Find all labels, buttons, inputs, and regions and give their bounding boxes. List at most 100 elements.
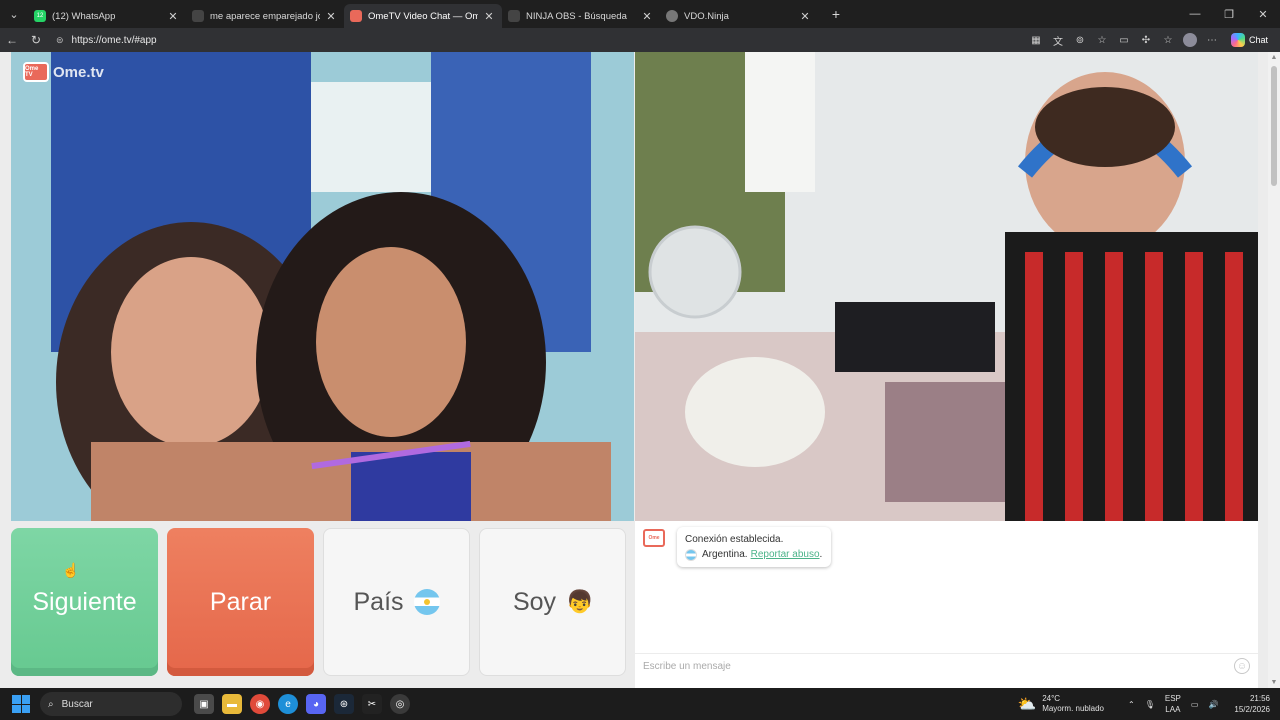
window-controls: — ❐ ✕ [1178, 0, 1280, 28]
more-menu-icon[interactable]: ⋯ [1203, 31, 1221, 49]
partner-country: Argentina. [702, 549, 748, 560]
message-input[interactable]: Escribe un mensaje ☺ [635, 653, 1258, 679]
toolbar-actions: ▦ 文 ⊚ ☆ ▭ ✣ ☆ ⋯ Chat [1027, 28, 1274, 52]
tab-title: OmeTV Video Chat — Omegl [368, 10, 478, 22]
weather-desc: Mayorm. nublado [1042, 704, 1104, 713]
tab-title: NINJA OBS - Búsqueda [526, 10, 627, 22]
scroll-down-icon[interactable]: ▼ [1270, 679, 1278, 686]
language-secondary: LAA [1165, 705, 1181, 714]
url-text: https://ome.tv/#app [71, 34, 157, 46]
gender-select-button[interactable]: Soy 👦 [479, 528, 626, 676]
system-tray: ⛅ 24°C Mayorm. nublado ⌃ 🎙 ESP LAA ▭ 🔊 2… [1018, 688, 1280, 720]
clock-date: 15/2/2026 [1234, 705, 1270, 714]
next-button[interactable]: Siguiente [11, 528, 158, 676]
remote-video [635, 52, 1258, 521]
logo-text: Ome.tv [53, 63, 104, 81]
partner-country-line: Argentina. Reportar abuso . [685, 547, 823, 562]
tab-vdo-ninja[interactable]: VDO.Ninja ✕ [660, 4, 818, 28]
site-info-icon[interactable]: ⊜ [56, 35, 64, 46]
scroll-up-icon[interactable]: ▲ [1270, 54, 1278, 61]
boy-emoji-icon: 👦 [566, 589, 594, 614]
tab-close-icon[interactable]: ✕ [640, 10, 654, 23]
minimize-icon[interactable]: — [1178, 0, 1212, 28]
stop-button[interactable]: Parar [167, 528, 314, 676]
chrome-icon[interactable]: ◉ [250, 694, 270, 714]
favorites-icon[interactable]: ☆ [1159, 31, 1177, 49]
translate-icon[interactable]: 文 [1049, 31, 1067, 49]
remote-video-scene [635, 52, 1258, 521]
tray-chevron-icon[interactable]: ⌃ [1128, 700, 1135, 709]
argentina-flag-icon [413, 589, 440, 615]
chat-panel: Ome Conexión establecida. Argentina. Rep… [635, 521, 1258, 688]
scrollbar-thumb[interactable] [1271, 66, 1277, 186]
clock-time: 21:56 [1249, 694, 1270, 703]
connection-status: Conexión establecida. [685, 534, 784, 545]
ometv-favicon-icon [350, 10, 362, 22]
extensions-icon[interactable]: ✣ [1137, 31, 1155, 49]
apps-icon[interactable]: ▦ [1027, 31, 1045, 49]
logo-badge: Ome TV [23, 62, 49, 82]
page-scrollbar[interactable]: ▲ ▼ [1268, 52, 1280, 688]
message-placeholder: Escribe un mensaje [643, 661, 731, 672]
tab-joystick[interactable]: me aparece emparejado joystick b ✕ [186, 4, 344, 28]
search-icon [192, 10, 204, 22]
tab-whatsapp[interactable]: 12 (12) WhatsApp ✕ [28, 4, 186, 28]
tab-title: VDO.Ninja [684, 10, 729, 22]
emoji-picker-icon[interactable]: ☺ [1234, 658, 1250, 674]
tab-ninja-search[interactable]: NINJA OBS - Búsqueda ✕ [502, 4, 660, 28]
tab-ometv[interactable]: OmeTV Video Chat — Omegl ✕ [344, 4, 502, 28]
taskbar-search[interactable]: ⌕ Buscar [40, 692, 182, 716]
favorite-star-icon[interactable]: ☆ [1093, 31, 1111, 49]
local-video-scene [11, 52, 634, 521]
copilot-chat-button[interactable]: Chat [1225, 30, 1274, 50]
edge-icon[interactable]: e [278, 694, 298, 714]
stop-button-label: Parar [209, 587, 272, 616]
back-arrow-icon[interactable]: ← [0, 28, 24, 52]
ometv-logo[interactable]: Ome TV Ome.tv [23, 62, 104, 82]
file-explorer-icon[interactable]: ▬ [222, 694, 242, 714]
profile-icon[interactable] [1181, 31, 1199, 49]
clock[interactable]: 21:56 15/2/2026 [1234, 693, 1270, 715]
steam-icon[interactable]: ⊛ [334, 694, 354, 714]
tracking-icon[interactable]: ⊚ [1071, 31, 1089, 49]
language-indicator[interactable]: ESP LAA [1165, 693, 1181, 715]
search-icon [508, 10, 520, 22]
taskbar: ⌕ Buscar ▣ ▬ ◉ e ◕ ⊛ ✂ ◎ ⛅ 24°C Mayorm. … [0, 688, 1280, 720]
network-icon[interactable]: ▭ [1191, 700, 1199, 709]
ometv-system-icon: Ome [643, 529, 665, 547]
tab-strip: ⌄ 12 (12) WhatsApp ✕ me aparece empareja… [0, 0, 1280, 28]
microphone-icon[interactable]: 🎙 [1145, 700, 1155, 709]
tab-close-icon[interactable]: ✕ [798, 10, 812, 23]
copilot-icon [1230, 33, 1245, 47]
close-window-icon[interactable]: ✕ [1246, 0, 1280, 28]
tab-close-icon[interactable]: ✕ [482, 10, 496, 23]
tab-title: me aparece emparejado joystick b [210, 10, 320, 22]
argentina-flag-icon [685, 548, 697, 561]
report-abuse-link[interactable]: Reportar abuso [751, 547, 820, 562]
country-filter-button[interactable]: País [323, 528, 470, 676]
reload-icon[interactable]: ↻ [24, 28, 48, 52]
discord-icon[interactable]: ◕ [306, 694, 326, 714]
task-view-icon[interactable]: ▣ [194, 694, 214, 714]
windows-start-icon[interactable] [12, 695, 30, 713]
country-button-label: País [353, 587, 404, 616]
partly-cloudy-icon: ⛅ [1017, 696, 1037, 713]
local-video: Ome TV Ome.tv [11, 52, 634, 521]
browser-toolbar: ← ↻ ⊜ https://ome.tv/#app ▦ 文 ⊚ ☆ ▭ ✣ ☆ … [0, 28, 1280, 52]
camera-icon[interactable]: ▭ [1115, 31, 1133, 49]
report-suffix: . [819, 549, 823, 560]
obs-icon[interactable]: ◎ [390, 694, 410, 714]
restore-icon[interactable]: ❐ [1212, 0, 1246, 28]
new-tab-button[interactable]: + [824, 6, 848, 22]
avatar [1182, 33, 1197, 47]
tab-close-icon[interactable]: ✕ [166, 10, 180, 23]
address-bar[interactable]: ⊜ https://ome.tv/#app [50, 30, 1030, 50]
capcut-icon[interactable]: ✂ [362, 694, 382, 714]
weather-widget[interactable]: ⛅ 24°C Mayorm. nublado [1018, 694, 1105, 714]
tab-search-chevron-icon[interactable]: ⌄ [0, 0, 28, 28]
chat-controls: Siguiente Parar País Soy 👦 [11, 528, 626, 676]
tab-close-icon[interactable]: ✕ [324, 10, 338, 23]
volume-icon[interactable]: 🔊 [1208, 700, 1218, 709]
weather-temp: 24°C [1042, 694, 1061, 703]
mouse-cursor-icon: ☝ [62, 562, 80, 578]
